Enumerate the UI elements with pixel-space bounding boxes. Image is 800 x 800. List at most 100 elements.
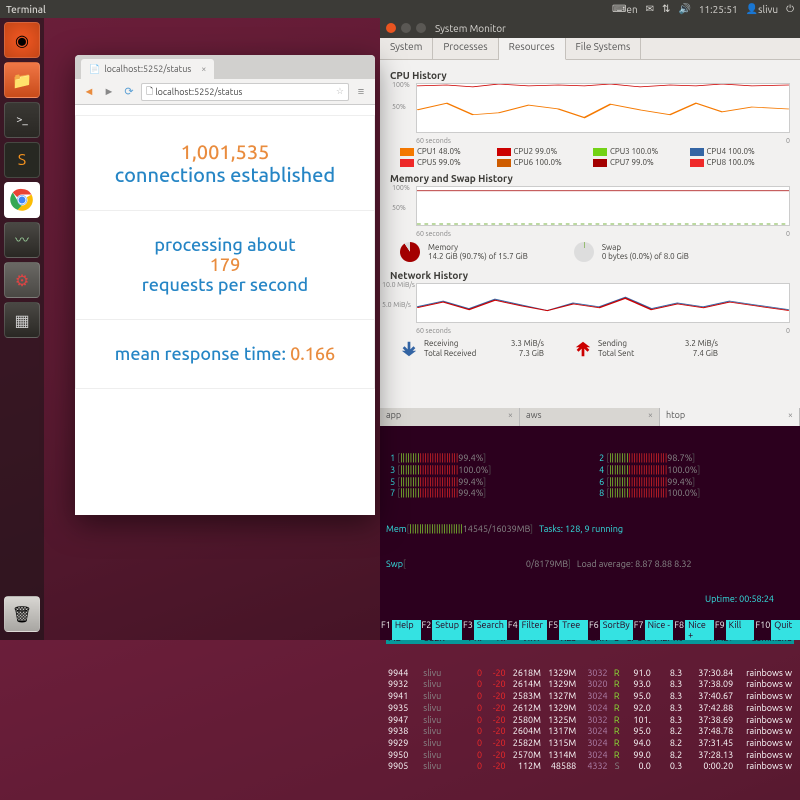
chrome-viewport: 1,001,535 connections established proces… — [75, 115, 375, 389]
htop-process-row[interactable]: 9932slivu0-202614M1329M3020R93.08.337:38… — [386, 679, 794, 691]
memory-label: Memory — [428, 243, 528, 252]
fkey-label[interactable]: Kill — [726, 620, 755, 640]
cpu-history-title: CPU History — [390, 70, 790, 81]
chrome-tabstrip: 📄 localhost:5252/status × — [75, 55, 375, 79]
fkey-num: F1 — [380, 620, 392, 640]
htop-output[interactable]: 1 [||||||||||||||||||||||||99.4%] 2 [|||… — [380, 426, 800, 800]
htop-process-row[interactable]: 9950slivu0-202570M1314M3024R99.08.237:28… — [386, 750, 794, 762]
tab-filesystems[interactable]: File Systems — [566, 38, 642, 59]
htop-process-row[interactable]: 9947slivu0-202580M1325M3032R101.8.337:38… — [386, 715, 794, 727]
net-chart — [416, 283, 790, 323]
sysmon-title-text: System Monitor — [435, 23, 506, 34]
bookmark-star-icon[interactable]: ☆ — [336, 86, 344, 97]
axis-label: 100% — [392, 184, 410, 192]
terminal-tab-htop[interactable]: htop× — [660, 408, 800, 426]
fkey-label[interactable]: Nice + — [685, 620, 714, 640]
tab-close-icon[interactable]: × — [648, 410, 653, 424]
url-text: localhost:5252/status — [155, 87, 242, 97]
network-icon[interactable]: ⇅ — [662, 3, 670, 15]
tab-title: localhost:5252/status — [104, 64, 191, 74]
window-maximize-icon[interactable] — [416, 23, 426, 33]
rps-value: 179 — [86, 255, 364, 275]
chrome-toolbar: ◄ ► ⟳ 🗋 localhost:5252/status ☆ ≡ — [75, 79, 375, 105]
mail-icon[interactable]: ✉ — [646, 3, 654, 15]
chrome-icon[interactable] — [4, 182, 40, 218]
fkey-label[interactable]: Help — [392, 620, 421, 640]
files-icon[interactable]: 📁 — [4, 62, 40, 98]
axis-label: 100% — [392, 81, 410, 89]
terminal-tab-app[interactable]: app× — [380, 408, 520, 426]
tab-processes[interactable]: Processes — [433, 38, 498, 59]
htop-fkeys: F1HelpF2SetupF3SearchF4FilterF5TreeF6Sor… — [380, 620, 800, 640]
axis-label: 0 — [786, 230, 790, 238]
tab-close-icon[interactable]: × — [508, 410, 513, 424]
rps-pre: processing about — [86, 235, 364, 255]
forward-button[interactable]: ► — [101, 84, 117, 100]
clock[interactable]: 11:25:51 — [699, 4, 738, 15]
axis-label: 0 — [786, 137, 790, 145]
fkey-num: F10 — [754, 620, 771, 640]
system-monitor-icon[interactable]: 〰 — [4, 222, 40, 258]
address-bar[interactable]: 🗋 localhost:5252/status ☆ — [141, 83, 349, 101]
tab-close-icon[interactable]: × — [201, 64, 206, 74]
reload-button[interactable]: ⟳ — [121, 84, 137, 100]
chrome-tab[interactable]: 📄 localhost:5252/status × — [81, 59, 214, 79]
recv-total-label: Total Received — [424, 349, 476, 358]
terminal-icon[interactable]: >_ — [4, 102, 40, 138]
cpu-legend-item: CPU7 99.0% — [593, 158, 684, 167]
sysmon-tabs: System Processes Resources File Systems — [380, 38, 800, 60]
menu-button[interactable]: ≡ — [353, 84, 369, 100]
fkey-label[interactable]: Search — [474, 620, 507, 640]
mem-history-title: Memory and Swap History — [390, 173, 790, 184]
fkey-num: F4 — [507, 620, 519, 640]
axis-label: 50% — [392, 204, 406, 212]
unity-launcher: ◉ 📁 >_ S 〰 ⚙ ▦ 🗑 — [0, 18, 44, 640]
swap-label: Swap — [602, 243, 689, 252]
power-icon[interactable]: ⏻ — [786, 3, 794, 15]
response-value: 0.166 — [290, 344, 335, 364]
user-menu[interactable]: 👤 slivu — [746, 3, 778, 15]
tab-system[interactable]: System — [380, 38, 433, 59]
htop-cpu-bar: 1 [||||||||||||||||||||||||99.4%] — [386, 453, 585, 465]
fkey-label[interactable]: Filter — [519, 620, 548, 640]
page-icon: 🗋 — [146, 84, 153, 100]
htop-cpu-bar: 7 [||||||||||||||||||||||||99.4%] — [386, 488, 585, 500]
memory-pie-icon — [400, 242, 420, 262]
settings-icon[interactable]: ⚙ — [4, 262, 40, 298]
fkey-label[interactable]: Nice - — [645, 620, 674, 640]
htop-cpu-bar: 2 [||||||||||||||||||||||||98.7%] — [595, 453, 794, 465]
back-button[interactable]: ◄ — [81, 84, 97, 100]
status-rps: processing about 179 requests per second — [75, 211, 375, 320]
chrome-window: 📄 localhost:5252/status × ◄ ► ⟳ 🗋 localh… — [75, 55, 375, 515]
tab-close-icon[interactable]: × — [788, 410, 793, 424]
htop-process-row[interactable]: 9944slivu0-202618M1329M3032R91.08.337:30… — [386, 668, 794, 680]
fkey-label[interactable]: SortBy — [600, 620, 633, 640]
window-close-icon[interactable] — [386, 23, 396, 33]
htop-process-row[interactable]: 9905slivu0-20112M485884332S0.00.30:00.20… — [386, 761, 794, 773]
htop-load: Load average: 8.87 8.88 8.32 — [577, 559, 692, 569]
window-minimize-icon[interactable] — [401, 23, 411, 33]
dash-icon[interactable]: ◉ — [4, 22, 40, 58]
tab-resources[interactable]: Resources — [499, 38, 566, 60]
terminal-tab-aws[interactable]: aws× — [520, 408, 660, 426]
workspace-switcher-icon[interactable]: ▦ — [4, 302, 40, 338]
response-label: mean response time: — [115, 344, 290, 364]
htop-process-row[interactable]: 9938slivu0-202604M1317M3024R95.08.237:48… — [386, 726, 794, 738]
fkey-num: F9 — [714, 620, 726, 640]
trash-icon[interactable]: 🗑 — [4, 596, 40, 632]
keyboard-indicator[interactable]: ⌨ en — [612, 3, 638, 15]
cpu-legend-item: CPU3 100.0% — [593, 147, 684, 156]
swap-pie-icon — [574, 242, 594, 262]
htop-tasks: Tasks: 128, 9 running — [539, 524, 623, 534]
send-rate: 3.2 MiB/s — [685, 339, 718, 348]
fkey-label[interactable]: Quit — [771, 620, 800, 640]
htop-cpu-bar: 4 [||||||||||||||||||||||||100.0%] — [595, 465, 794, 477]
htop-process-row[interactable]: 9929slivu0-202582M1315M3024R94.08.237:31… — [386, 738, 794, 750]
htop-process-row[interactable]: 9941slivu0-202583M1327M3024R95.08.337:40… — [386, 691, 794, 703]
fkey-label[interactable]: Setup — [432, 620, 462, 640]
system-monitor-window: System Monitor System Processes Resource… — [380, 18, 800, 408]
htop-process-row[interactable]: 9935slivu0-202612M1329M3024R92.08.337:42… — [386, 703, 794, 715]
volume-icon[interactable]: 🔊 — [678, 3, 690, 15]
sublime-icon[interactable]: S — [4, 142, 40, 178]
fkey-label[interactable]: Tree — [559, 620, 588, 640]
